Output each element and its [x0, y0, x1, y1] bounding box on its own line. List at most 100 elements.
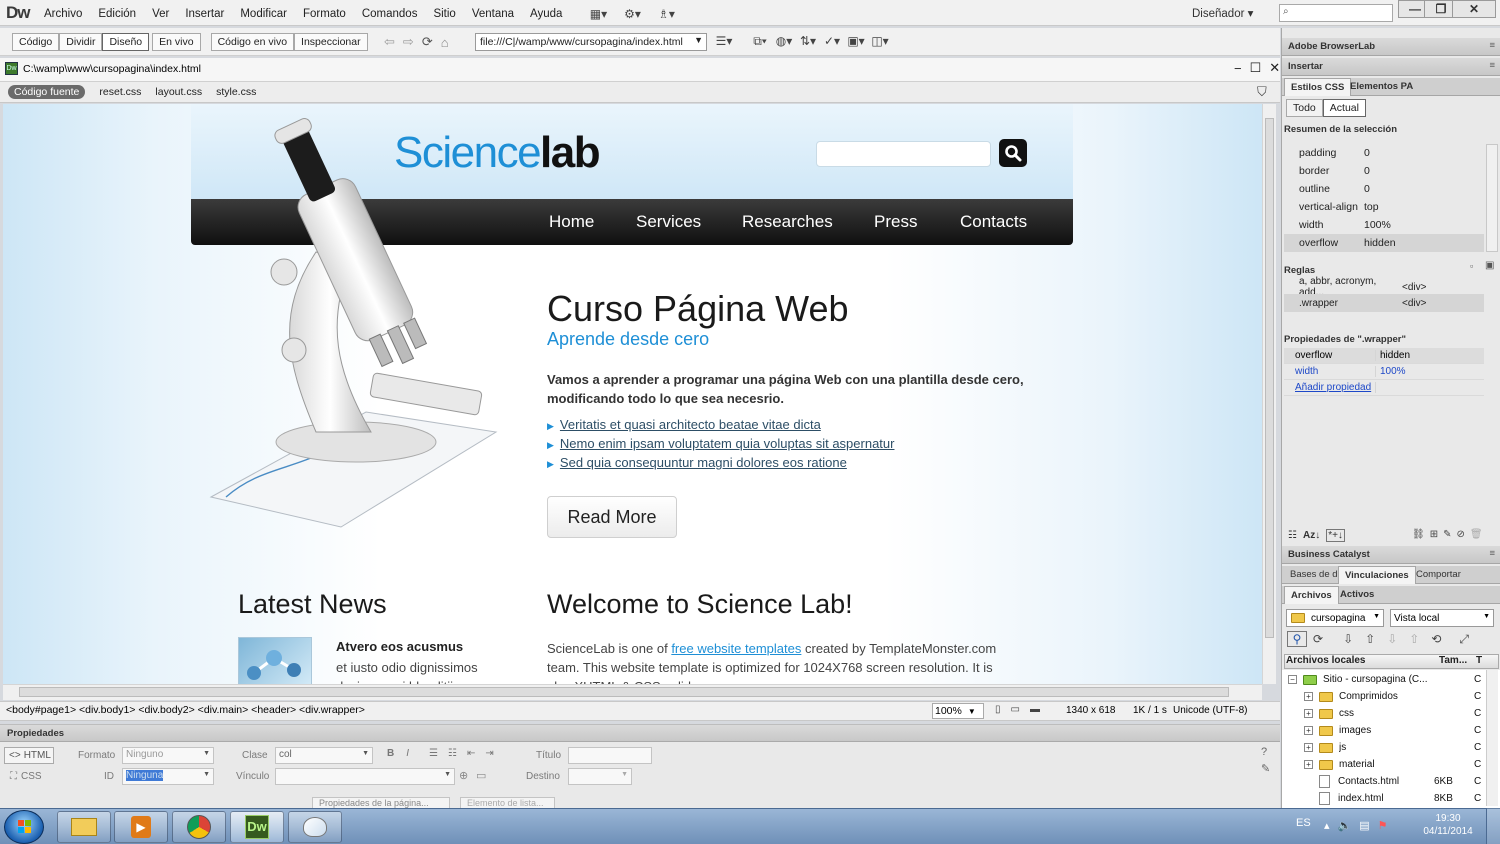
taskbar-chrome[interactable]: [172, 811, 226, 843]
menu-ayuda[interactable]: Ayuda: [530, 8, 562, 20]
class-select[interactable]: col ▼: [275, 747, 373, 764]
help-search-input[interactable]: ⌕: [1279, 4, 1393, 22]
mobile-size-icon[interactable]: ▯: [995, 704, 1001, 715]
point-to-file-icon[interactable]: ⊕: [459, 769, 468, 782]
collapse-icon[interactable]: −: [1288, 675, 1297, 684]
panel-menu-icon[interactable]: ≡: [1489, 548, 1495, 559]
design-view-button[interactable]: Diseño: [102, 33, 150, 51]
site-tree-icon[interactable]: ♗▾: [654, 6, 678, 22]
menu-ventana[interactable]: Ventana: [472, 8, 514, 20]
files-scrollbar[interactable]: [1486, 670, 1498, 806]
tab-css-styles[interactable]: Estilos CSS: [1284, 78, 1352, 96]
volume-icon[interactable]: 🔈: [1338, 819, 1352, 832]
hero-link-3[interactable]: ▶ Sed quia consequuntur magni dolores eos…: [547, 455, 847, 470]
file-tree-row[interactable]: Contacts.html 6KB C: [1286, 773, 1498, 790]
check-browser-icon[interactable]: ▣▾: [844, 33, 868, 49]
refresh-icon[interactable]: ⟳: [422, 34, 433, 50]
view-select[interactable]: Vista local ▼: [1390, 609, 1494, 627]
type-header[interactable]: T: [1476, 655, 1482, 666]
live-code-button[interactable]: Código en vivo: [210, 33, 295, 51]
taskbar-explorer[interactable]: [57, 811, 111, 843]
tab-ap-elements[interactable]: Elementos PA: [1344, 78, 1419, 96]
rules-properties-icon[interactable]: ▣: [1485, 260, 1494, 271]
menu-sitio[interactable]: Sitio: [433, 8, 455, 20]
file-tree-row[interactable]: + images C: [1286, 722, 1498, 739]
file-tree-row[interactable]: + Comprimidos C: [1286, 688, 1498, 705]
file-tree-row[interactable]: + js C: [1286, 739, 1498, 756]
address-bar[interactable]: file:///C|/wamp/www/cursopagina/index.ht…: [475, 33, 707, 51]
free-templates-link[interactable]: free website templates: [671, 641, 801, 656]
read-more-button[interactable]: Read More: [547, 496, 677, 538]
visual-aids-icon[interactable]: ☰▾: [712, 33, 736, 49]
expand-icon[interactable]: +: [1304, 692, 1313, 701]
tray-expand-icon[interactable]: ▴: [1324, 819, 1330, 832]
add-property-row[interactable]: Añadir propiedad: [1284, 380, 1484, 396]
canvas-vertical-scrollbar[interactable]: [1262, 104, 1276, 684]
layout-css-file[interactable]: layout.css: [155, 86, 202, 98]
page-properties-button[interactable]: Propiedades de la página...: [312, 797, 450, 808]
hero-link-1[interactable]: ▶ Veritatis et quasi architecto beatae vi…: [547, 417, 821, 432]
refresh-files-icon[interactable]: ⟳: [1313, 632, 1323, 646]
address-dropdown-icon[interactable]: ▼: [694, 35, 703, 45]
nav-home[interactable]: Home: [549, 212, 594, 232]
vertical-scroll-thumb[interactable]: [1265, 118, 1274, 638]
doc-minimize-icon[interactable]: −: [1234, 61, 1242, 76]
back-arrow-icon[interactable]: ⇦: [384, 34, 395, 50]
alphabetical-view-icon[interactable]: Az↓: [1303, 530, 1320, 541]
canvas-horizontal-scrollbar[interactable]: [3, 684, 1262, 700]
format-select[interactable]: Ninguno ▼: [122, 747, 214, 764]
taskbar-media-player[interactable]: ▶: [114, 811, 168, 843]
title-input[interactable]: [568, 747, 652, 764]
summary-row[interactable]: padding 0: [1284, 144, 1484, 162]
workspace-switcher[interactable]: Diseñador ▾: [1192, 6, 1253, 20]
tab-bindings[interactable]: Vinculaciones: [1338, 566, 1416, 584]
italic-icon[interactable]: I: [406, 748, 409, 759]
bold-icon[interactable]: B: [387, 748, 394, 759]
disable-rule-icon[interactable]: ⊘: [1456, 529, 1464, 540]
panel-menu-icon[interactable]: ≡: [1489, 40, 1495, 51]
property-row[interactable]: overflow hidden: [1284, 348, 1484, 364]
connect-icon[interactable]: ⚲: [1287, 631, 1307, 647]
doc-maximize-icon[interactable]: ☐: [1250, 60, 1262, 76]
inspect-button[interactable]: Inspeccionar: [294, 33, 368, 51]
indent-icon[interactable]: ⇥: [485, 748, 493, 759]
nav-contacts[interactable]: Contacts: [960, 212, 1027, 232]
visual-aids-2-icon[interactable]: ◫▾: [868, 33, 892, 49]
local-files-header[interactable]: Archivos locales: [1286, 655, 1365, 666]
style-css-file[interactable]: style.css: [216, 86, 256, 98]
unordered-list-icon[interactable]: ☰: [429, 748, 438, 759]
property-row[interactable]: width 100%: [1284, 364, 1484, 380]
quick-tag-editor-icon[interactable]: ✎: [1261, 762, 1270, 775]
file-management-icon[interactable]: ⇅▾: [796, 33, 820, 49]
expand-icon[interactable]: +: [1304, 726, 1313, 735]
menu-archivo[interactable]: Archivo: [44, 8, 82, 20]
tab-databases[interactable]: Bases de d: [1284, 566, 1338, 584]
menu-comandos[interactable]: Comandos: [362, 8, 418, 20]
list-item-button[interactable]: Elemento de lista...: [460, 797, 555, 808]
desktop-size-icon[interactable]: ▬: [1030, 704, 1040, 715]
attach-stylesheet-icon[interactable]: ⛓: [1412, 529, 1425, 540]
nav-services[interactable]: Services: [636, 212, 701, 232]
add-property-link[interactable]: Añadir propiedad: [1284, 382, 1376, 393]
design-canvas[interactable]: Sciencelab Home Services Researches Pres…: [3, 104, 1262, 684]
summary-row[interactable]: border 0: [1284, 162, 1484, 180]
language-indicator[interactable]: ES: [1296, 817, 1311, 829]
tab-behaviors[interactable]: Comportar: [1410, 566, 1467, 584]
action-center-icon[interactable]: ⚑: [1378, 819, 1388, 832]
tab-current[interactable]: Actual: [1322, 99, 1366, 117]
summary-scrollbar[interactable]: [1486, 144, 1498, 252]
outdent-icon[interactable]: ⇤: [467, 748, 475, 759]
summary-row[interactable]: overflow hidden: [1284, 234, 1484, 252]
tab-files[interactable]: Archivos: [1284, 586, 1339, 604]
preview-browser-icon[interactable]: ◍▾: [772, 33, 796, 49]
menu-edicion[interactable]: Edición: [98, 8, 136, 20]
business-catalyst-header[interactable]: Business Catalyst ≡: [1282, 546, 1500, 564]
expand-panel-icon[interactable]: ⤢: [1459, 632, 1469, 647]
tag-selector[interactable]: <body#page1> <div.body1> <div.body2> <di…: [6, 704, 365, 716]
nav-press[interactable]: Press: [874, 212, 917, 232]
source-code-file[interactable]: Código fuente: [8, 85, 86, 99]
layout-icon[interactable]: ▦▾: [586, 6, 610, 22]
summary-row[interactable]: outline 0: [1284, 180, 1484, 198]
gear-icon[interactable]: ⚙▾: [620, 6, 644, 22]
w3c-validation-icon[interactable]: ✓▾: [820, 33, 844, 49]
